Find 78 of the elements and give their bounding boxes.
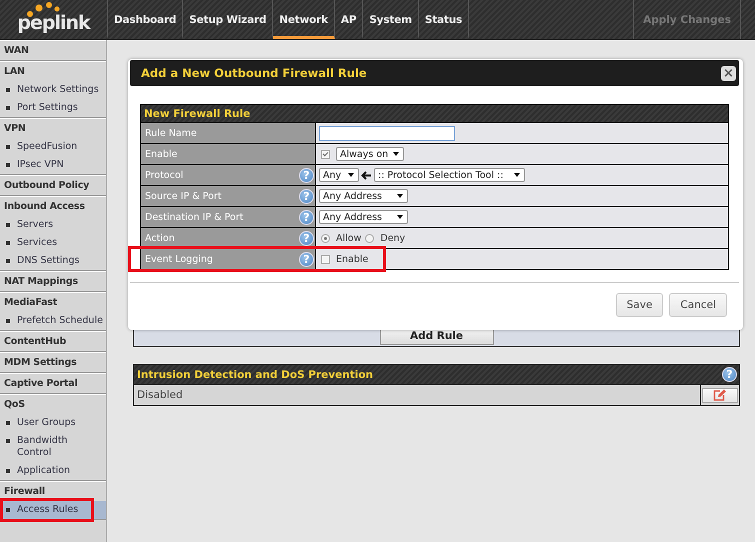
caret-icon xyxy=(397,194,403,198)
form-title: New Firewall Rule xyxy=(144,108,250,120)
caret-icon xyxy=(393,152,400,156)
bullet-icon xyxy=(6,469,10,473)
close-button[interactable]: × xyxy=(721,66,736,80)
status-value: Disabled xyxy=(136,388,184,403)
sidebar-item[interactable]: Port Settings xyxy=(17,102,78,114)
bullet-icon xyxy=(6,259,10,263)
caret-icon xyxy=(348,173,354,177)
bullet-icon xyxy=(6,421,10,425)
radio-button[interactable] xyxy=(365,234,374,242)
save-button[interactable]: Save xyxy=(616,293,664,317)
sidebar-section-heading[interactable]: Firewall xyxy=(0,482,106,501)
panel-title: Intrusion Detection and DoS Prevention xyxy=(137,368,374,380)
address-dropdown[interactable]: Any Address xyxy=(319,189,408,203)
sidebar-section-heading[interactable]: LAN xyxy=(0,62,106,81)
modal-title: Add a New Outbound Firewall Rule xyxy=(141,66,367,80)
bullet-icon xyxy=(6,88,10,92)
sidebar-section-heading[interactable]: MediaFast xyxy=(0,293,106,312)
bullet-icon xyxy=(6,508,10,512)
left-arrow-icon xyxy=(361,170,372,180)
checkbox[interactable] xyxy=(321,254,330,264)
checkbox-label: Enable xyxy=(336,254,368,264)
field-label: Protocol xyxy=(145,170,184,180)
schedule-dropdown[interactable]: Always on xyxy=(336,147,404,161)
nav-tab[interactable]: AP xyxy=(334,0,364,39)
sidebar-section-heading[interactable]: Inbound Access xyxy=(0,197,106,216)
bullet-icon xyxy=(6,319,10,323)
sidebar-item[interactable]: Servers xyxy=(17,219,54,231)
field-label: Event Logging xyxy=(145,254,213,264)
sidebar-item[interactable]: Network Settings xyxy=(17,84,99,96)
sidebar-section-heading[interactable]: Captive Portal xyxy=(0,374,106,393)
sidebar-section-heading[interactable]: MDM Settings xyxy=(0,353,106,372)
bullet-icon xyxy=(6,163,10,167)
nav-tab[interactable]: System xyxy=(363,0,419,39)
sidebar-section-heading[interactable]: ContentHub xyxy=(0,332,106,351)
sidebar-item[interactable]: Services xyxy=(17,237,58,249)
caret-icon xyxy=(397,215,403,219)
logo-text: peplink xyxy=(17,12,90,34)
sidebar-item[interactable]: User Groups xyxy=(17,417,76,429)
address-dropdown[interactable]: Any Address xyxy=(319,210,408,224)
radio-label: Deny xyxy=(380,232,406,244)
field-label: Destination IP & Port xyxy=(145,212,244,222)
bullet-icon xyxy=(6,439,10,443)
sidebar-item[interactable]: IPsec VPN xyxy=(17,159,64,171)
sidebar-item[interactable]: DNS Settings xyxy=(17,255,80,267)
nav-tab[interactable]: Setup Wizard xyxy=(183,0,274,39)
nav-tab[interactable]: Dashboard xyxy=(107,0,184,39)
checkbox[interactable] xyxy=(321,150,330,158)
bullet-icon xyxy=(6,223,10,227)
input-field[interactable] xyxy=(319,126,455,140)
sidebar-section-heading[interactable]: VPN xyxy=(0,119,106,138)
nav-tab[interactable]: Network xyxy=(273,0,335,39)
sidebar-section-heading[interactable]: WAN xyxy=(0,41,106,60)
caret-icon xyxy=(514,173,520,177)
field-label: Action xyxy=(145,232,175,244)
protocol-dropdown[interactable]: Any xyxy=(319,168,359,182)
bullet-icon xyxy=(6,145,10,149)
sidebar-item[interactable]: Access Rules xyxy=(0,501,106,519)
radio-button[interactable] xyxy=(321,234,330,242)
protocol-tool-dropdown[interactable]: :: Protocol Selection Tool :: xyxy=(374,168,525,182)
sidebar-item[interactable]: Application xyxy=(17,465,70,477)
sidebar-section-heading[interactable]: QoS xyxy=(0,395,106,414)
bullet-icon xyxy=(6,241,10,245)
field-label: Source IP & Port xyxy=(145,190,222,202)
sidebar-item[interactable]: Bandwidth Control xyxy=(17,435,104,459)
sidebar-section-heading[interactable]: Outbound Policy xyxy=(0,176,106,195)
sidebar-item[interactable]: Prefetch Schedule xyxy=(17,315,103,327)
sidebar-section-heading[interactable]: NAT Mappings xyxy=(0,272,106,291)
field-label: Enable xyxy=(145,148,178,160)
edit-icon xyxy=(713,389,727,401)
radio-label: Allow xyxy=(336,232,362,244)
cancel-button[interactable]: Cancel xyxy=(669,293,727,317)
edit-button[interactable] xyxy=(702,388,738,402)
sidebar-item[interactable]: SpeedFusion xyxy=(17,141,78,153)
bullet-icon xyxy=(6,106,10,110)
field-label: Rule Name xyxy=(145,128,197,138)
nav-tab[interactable]: Status xyxy=(418,0,470,39)
